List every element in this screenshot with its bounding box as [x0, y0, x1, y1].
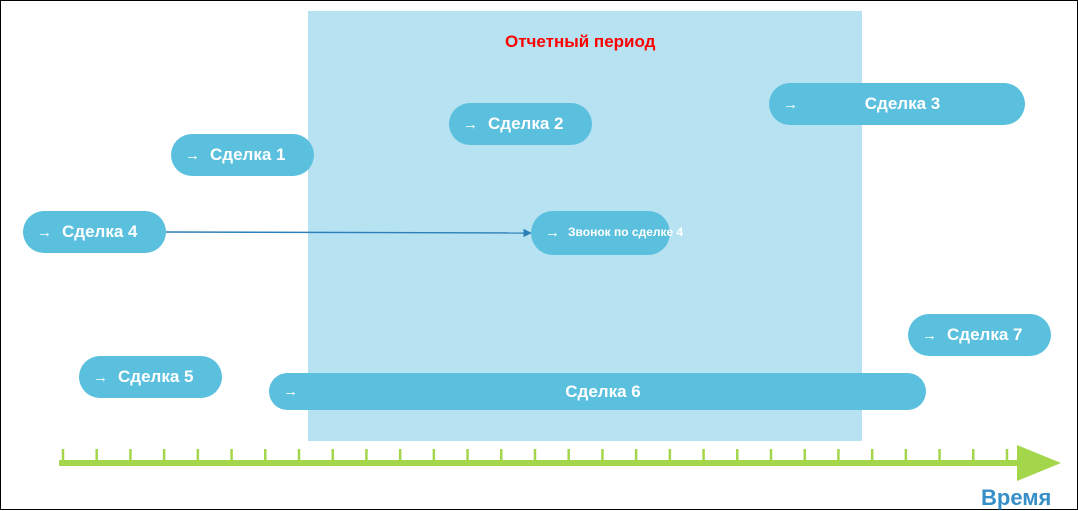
deal-pill-deal2: → Сделка 2 [449, 103, 592, 145]
arrow-right-icon: → [37, 224, 52, 241]
arrow-right-icon: → [922, 327, 937, 344]
arrow-right-icon: → [783, 96, 798, 113]
reporting-period-title: Отчетный период [505, 32, 655, 52]
deal-pill-deal4: → Сделка 4 [23, 211, 166, 253]
deal-label: Звонок по сделке 4 [568, 226, 683, 240]
deal-pill-deal5: → Сделка 5 [79, 356, 222, 398]
arrow-right-icon: → [283, 383, 298, 400]
timeline-arrow [59, 445, 1061, 481]
deal-pill-deal1: → Сделка 1 [171, 134, 314, 176]
deal-pill-deal7: → Сделка 7 [908, 314, 1051, 356]
axis-label-time: Время [981, 485, 1051, 511]
arrow-right-icon: → [185, 147, 200, 164]
deal-label: Сделка 6 [565, 382, 640, 402]
timeline-axis [1, 441, 1078, 511]
deal-pill-deal4call: →Звонок по сделке 4 [531, 211, 670, 255]
deal-label: Сделка 5 [118, 367, 193, 387]
deal-label: Сделка 1 [210, 145, 285, 165]
diagram-canvas: Отчетный период → Сделка 4 → Сделка 1 → Сделк… [0, 0, 1078, 510]
arrow-right-icon: → [463, 116, 478, 133]
deal-pill-deal3: → Сделка 3 [769, 83, 1025, 125]
deal-label: Сделка 2 [488, 114, 563, 134]
arrow-right-icon: → [545, 224, 560, 241]
deal-pill-deal6: → Сделка 6 [269, 373, 926, 410]
deal-label: Сделка 7 [947, 325, 1022, 345]
arrow-right-icon: → [93, 369, 108, 386]
deal-label: Сделка 4 [62, 222, 137, 242]
deal-label: Сделка 3 [865, 94, 940, 114]
